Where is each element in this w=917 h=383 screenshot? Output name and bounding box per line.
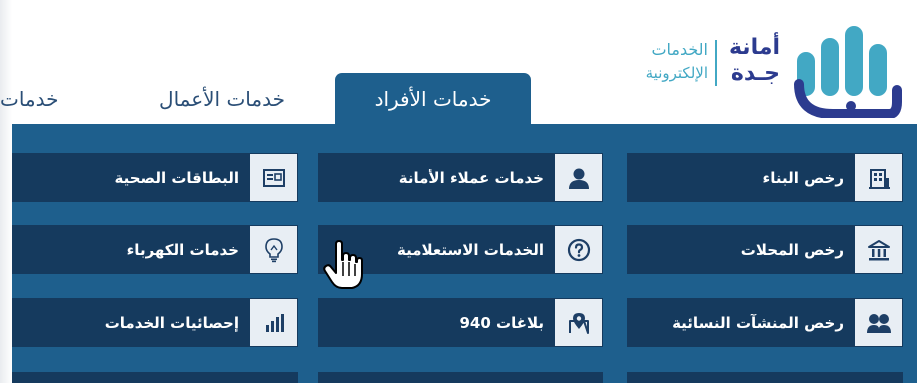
women-icon: [855, 299, 902, 346]
electricity-services-label: خدمات الكهرباء: [126, 240, 239, 259]
service-button-row4-col2[interactable]: [318, 372, 603, 383]
left-edge-shadow: [0, 0, 12, 383]
health-cards-button[interactable]: البطاقات الصحية: [12, 153, 298, 202]
tab-services-partial[interactable]: خدمات: [0, 73, 125, 124]
municipality-customer-services-label: خدمات عملاء الأمانة: [398, 168, 544, 187]
reports-940-label: بلاغات 940: [459, 313, 544, 332]
building-permits-button[interactable]: رخص البناء: [627, 153, 903, 202]
card-icon: [250, 154, 297, 201]
bank-icon: [855, 226, 902, 273]
municipality-customer-services-button[interactable]: خدمات عملاء الأمانة: [318, 153, 603, 202]
tab-business-services[interactable]: خدمات الأعمال: [142, 73, 302, 124]
logo-electronic-text: الإلكترونية: [645, 64, 708, 82]
shop-permits-label: رخص المحلات: [740, 240, 844, 259]
reports-940-button[interactable]: بلاغات 940: [318, 298, 603, 347]
bar-chart-icon: [250, 299, 297, 346]
map-pin-icon: [555, 299, 602, 346]
jeddah-municipality-logo[interactable]: أمانة جـدة الخدمات الإلكترونية: [615, 8, 905, 120]
building-icon: [855, 154, 902, 201]
women-facilities-permits-button[interactable]: رخص المنشآت النسائية: [627, 298, 903, 347]
tab-services-partial-label: خدمات: [0, 86, 59, 111]
services-statistics-label: إحصائيات الخدمات: [104, 313, 239, 332]
question-icon: [555, 226, 602, 273]
app: أمانة جـدة الخدمات الإلكترونية خدمات الأ…: [0, 0, 917, 383]
service-button-row4-col3[interactable]: [12, 372, 298, 383]
user-icon: [555, 154, 602, 201]
building-permits-label: رخص البناء: [762, 168, 844, 187]
lightbulb-icon: [250, 226, 297, 273]
hand-pointer-cursor-icon: [323, 240, 363, 289]
tab-individual-services-label: خدمات الأفراد: [374, 86, 492, 111]
electricity-services-button[interactable]: خدمات الكهرباء: [12, 225, 298, 274]
health-cards-label: البطاقات الصحية: [114, 168, 239, 187]
women-facilities-permits-label: رخص المنشآت النسائية: [672, 313, 844, 332]
logo-services-text: الخدمات: [651, 40, 708, 59]
logo-mark-icon: [794, 26, 902, 118]
services-statistics-button[interactable]: إحصائيات الخدمات: [12, 298, 298, 347]
service-button-row4-col1[interactable]: [627, 372, 903, 383]
tab-individual-services[interactable]: خدمات الأفراد: [335, 73, 531, 124]
shop-permits-button[interactable]: رخص المحلات: [627, 225, 903, 274]
logo-divider: [715, 40, 717, 86]
logo-amana-text: أمانة: [728, 35, 780, 60]
logo-jeddah-text: جـدة: [730, 61, 780, 86]
tab-business-services-label: خدمات الأعمال: [159, 86, 285, 111]
